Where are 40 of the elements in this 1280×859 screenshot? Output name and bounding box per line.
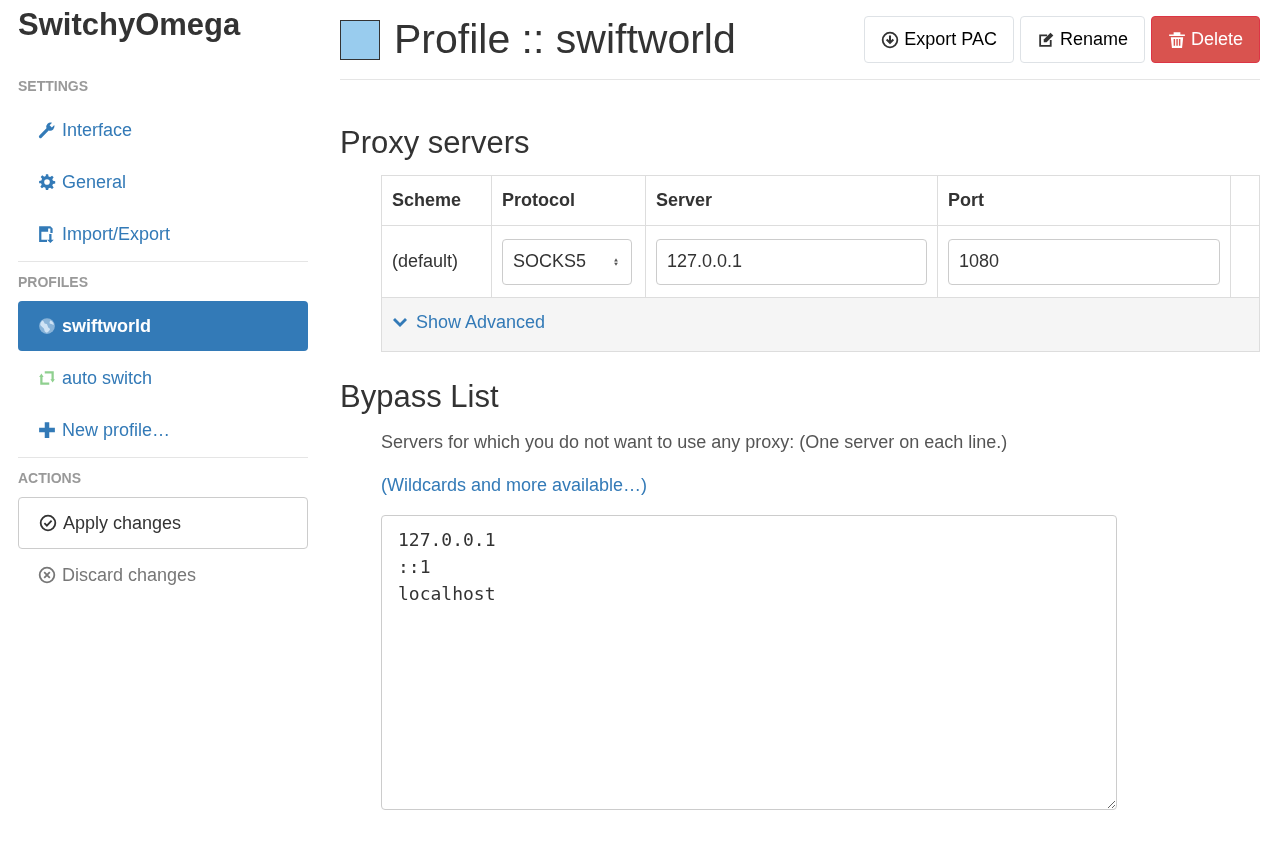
apply-button[interactable]: Apply changes (18, 497, 308, 549)
delete-button[interactable]: Delete (1150, 16, 1260, 63)
discard-link[interactable]: Discard changes (18, 549, 308, 601)
x-circle-icon (38, 566, 56, 584)
section-heading: PROFILES (18, 273, 89, 292)
edit-icon (1036, 30, 1055, 49)
export-pac-button[interactable]: Export PAC (864, 16, 1014, 63)
bypass-description: Servers for which you do not want to use any proxy: (One server on each line.) (381, 431, 1009, 455)
section-heading: Bypass List (340, 378, 500, 416)
globe-icon (38, 317, 56, 335)
column-header: Scheme (381, 175, 492, 226)
section-heading: Proxy servers (340, 124, 531, 162)
check-circle-icon (39, 514, 57, 532)
profile-title: Profile :: swiftworld (394, 14, 737, 64)
gear-icon (38, 173, 56, 191)
sidebar-item[interactable]: New profile… (18, 405, 308, 455)
plus-icon (38, 421, 56, 439)
column-header: Port (937, 175, 1231, 226)
section-heading: SETTINGS (18, 77, 89, 96)
wrench-icon (38, 121, 56, 139)
download-circle-icon (881, 30, 900, 49)
wildcards-link[interactable]: (Wildcards and more available…) (381, 475, 648, 496)
trash-icon (1167, 30, 1186, 49)
sidebar-item[interactable]: Import/Export (18, 209, 308, 259)
rename-button[interactable]: Rename (1019, 16, 1145, 63)
show-advanced-link[interactable]: Show Advanced (392, 309, 546, 337)
sidebar-item[interactable]: swiftworld (18, 301, 308, 351)
protocol-select[interactable]: SOCKS5 (502, 238, 632, 285)
sidebar-item[interactable]: General (18, 157, 308, 207)
section-heading: ACTIONS (18, 469, 82, 488)
app-title: SwitchyOmega (18, 6, 242, 44)
bypass-list-textarea[interactable]: 127.0.0.1 ::1 localhost (381, 515, 1117, 811)
table-cell: (default) (381, 225, 492, 298)
sidebar-item[interactable]: Interface (18, 105, 308, 155)
column-header: Protocol (491, 175, 646, 226)
server-input[interactable]: 127.0.0.1 (656, 238, 927, 285)
column-header: Server (645, 175, 938, 226)
port-input[interactable]: 1080 (948, 238, 1220, 285)
sidebar-item[interactable]: auto switch (18, 353, 308, 403)
loop-arrows-icon (38, 369, 56, 387)
